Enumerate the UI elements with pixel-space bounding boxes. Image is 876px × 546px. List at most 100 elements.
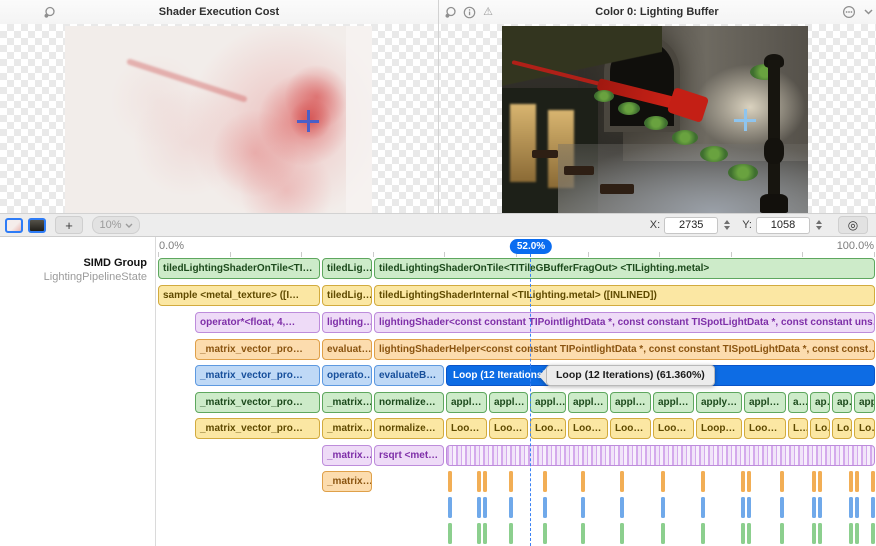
flame-micro-segment[interactable] xyxy=(477,497,481,518)
flame-segment[interactable]: Loo… xyxy=(489,418,528,439)
flame-micro-segment[interactable] xyxy=(747,471,751,492)
flame-micro-segment[interactable] xyxy=(871,523,875,544)
flame-segment[interactable]: tiledLightingShaderOnTile<TI… xyxy=(158,258,320,279)
flame-micro-segment[interactable] xyxy=(701,497,705,518)
flame-micro-segment[interactable] xyxy=(509,471,513,492)
flame-segment[interactable]: normalize… xyxy=(374,418,444,439)
attachment-thumb-execution-cost[interactable] xyxy=(5,218,23,233)
ellipsis-circle-icon[interactable] xyxy=(842,5,856,19)
flame-micro-segment[interactable] xyxy=(849,523,853,544)
flame-micro-segment[interactable] xyxy=(543,471,547,492)
flame-micro-segment[interactable] xyxy=(747,523,751,544)
flame-segment[interactable]: operator*<float, 4,… xyxy=(195,312,320,333)
pixel-crosshair[interactable] xyxy=(734,109,756,131)
flame-micro-segment[interactable] xyxy=(741,523,745,544)
flame-segment[interactable]: Loop… xyxy=(696,418,742,439)
flame-segment[interactable]: rsqrt <met… xyxy=(374,445,444,466)
flame-micro-segment[interactable] xyxy=(483,497,487,518)
flame-micro-segment[interactable] xyxy=(661,471,665,492)
flame-segment[interactable]: lighting… xyxy=(322,312,372,333)
flame-micro-segment[interactable] xyxy=(620,471,624,492)
pixel-crosshair[interactable] xyxy=(297,110,319,132)
flame-micro-segment[interactable] xyxy=(871,471,875,492)
flame-segment[interactable]: _matrix_vector_pro… xyxy=(195,365,320,386)
flame-micro-segment-band[interactable] xyxy=(446,445,875,466)
flame-segment[interactable]: lightingShaderHelper<const constant TIPo… xyxy=(374,339,875,360)
playhead-percentage-badge[interactable]: 52.0% xyxy=(510,239,552,254)
x-coordinate-stepper[interactable] xyxy=(721,217,732,233)
flame-segment[interactable]: appl… xyxy=(446,392,487,413)
flame-micro-segment[interactable] xyxy=(581,497,585,518)
flame-segment[interactable]: Loo… xyxy=(653,418,694,439)
flame-micro-segment[interactable] xyxy=(780,497,784,518)
shader-execution-cost-heatmap[interactable] xyxy=(65,26,372,213)
flame-segment[interactable]: apply… xyxy=(696,392,742,413)
flame-segment[interactable]: Loo… xyxy=(568,418,608,439)
flame-micro-segment[interactable] xyxy=(812,523,816,544)
flame-micro-segment[interactable] xyxy=(701,471,705,492)
flame-segment[interactable]: _matrix… xyxy=(322,445,372,466)
add-attachment-button[interactable]: + xyxy=(55,216,83,234)
flame-segment[interactable]: tiledLightingShaderInternal <TILighting.… xyxy=(374,285,875,306)
flame-segment[interactable]: app… xyxy=(854,392,875,413)
flame-micro-segment[interactable] xyxy=(448,497,452,518)
y-coordinate-stepper[interactable] xyxy=(813,217,824,233)
flame-micro-segment[interactable] xyxy=(509,523,513,544)
flame-micro-segment[interactable] xyxy=(849,471,853,492)
flame-segment[interactable]: _matrix_vector_pro… xyxy=(195,392,320,413)
flame-micro-segment[interactable] xyxy=(871,497,875,518)
timeline-ruler[interactable]: 0.0% 100.0% 52.0% xyxy=(156,237,876,257)
y-coordinate-field[interactable]: 1058 xyxy=(756,217,810,234)
flame-micro-segment[interactable] xyxy=(849,497,853,518)
flame-segment[interactable]: ap… xyxy=(810,392,830,413)
flame-segment[interactable]: Loo… xyxy=(744,418,786,439)
flame-micro-segment[interactable] xyxy=(818,497,822,518)
flame-micro-segment[interactable] xyxy=(448,523,452,544)
flame-segment[interactable]: ap… xyxy=(832,392,852,413)
flame-segment[interactable]: Loo… xyxy=(530,418,566,439)
flame-micro-segment[interactable] xyxy=(818,523,822,544)
flame-micro-segment[interactable] xyxy=(620,497,624,518)
flame-micro-segment[interactable] xyxy=(855,523,859,544)
pixel-target-button[interactable]: ◎ xyxy=(838,216,868,234)
flame-segment[interactable]: appl… xyxy=(489,392,528,413)
attachment-thumb-color0[interactable] xyxy=(28,218,46,233)
flame-segment[interactable]: _matrix… xyxy=(322,392,372,413)
flame-segment[interactable]: Lo… xyxy=(832,418,852,439)
flame-segment[interactable]: appl… xyxy=(653,392,694,413)
flame-micro-segment[interactable] xyxy=(477,523,481,544)
flame-segment[interactable]: a… xyxy=(788,392,808,413)
flame-micro-segment[interactable] xyxy=(741,497,745,518)
flame-micro-segment[interactable] xyxy=(812,471,816,492)
flame-segment[interactable]: Lo… xyxy=(810,418,830,439)
flame-micro-segment[interactable] xyxy=(661,497,665,518)
flame-segment[interactable]: _matrix… xyxy=(322,471,372,492)
flame-segment[interactable]: _matrix_vector_pro… xyxy=(195,339,320,360)
flame-segment[interactable]: Loo… xyxy=(446,418,487,439)
flame-micro-segment[interactable] xyxy=(812,497,816,518)
lighting-buffer-preview[interactable] xyxy=(502,26,808,213)
flame-segment[interactable]: Lo… xyxy=(854,418,875,439)
flame-segment[interactable]: lightingShader<const constant TIPointlig… xyxy=(374,312,875,333)
flame-segment[interactable]: tiledLightingShaderOnTile<TITileGBufferF… xyxy=(374,258,875,279)
flame-micro-segment[interactable] xyxy=(741,471,745,492)
flame-micro-segment[interactable] xyxy=(661,523,665,544)
flame-segment[interactable]: appl… xyxy=(530,392,566,413)
flame-micro-segment[interactable] xyxy=(483,471,487,492)
flame-segment[interactable]: evaluat… xyxy=(322,339,372,360)
flame-segment[interactable]: appl… xyxy=(610,392,651,413)
flame-micro-segment[interactable] xyxy=(855,471,859,492)
flame-micro-segment[interactable] xyxy=(620,523,624,544)
flame-micro-segment[interactable] xyxy=(483,523,487,544)
chevron-down-icon[interactable] xyxy=(861,5,875,19)
flame-segment[interactable]: L… xyxy=(788,418,808,439)
flame-micro-segment[interactable] xyxy=(581,523,585,544)
zoom-level-dropdown[interactable]: 10% xyxy=(92,216,140,234)
flame-micro-segment[interactable] xyxy=(701,523,705,544)
flame-segment[interactable]: evaluateB… xyxy=(374,365,444,386)
flame-segment[interactable]: sample <metal_texture> ([I… xyxy=(158,285,320,306)
flame-segment[interactable]: tiledLig… xyxy=(322,285,372,306)
flame-micro-segment[interactable] xyxy=(818,471,822,492)
flame-micro-segment[interactable] xyxy=(543,497,547,518)
flame-segment[interactable]: operato… xyxy=(322,365,372,386)
